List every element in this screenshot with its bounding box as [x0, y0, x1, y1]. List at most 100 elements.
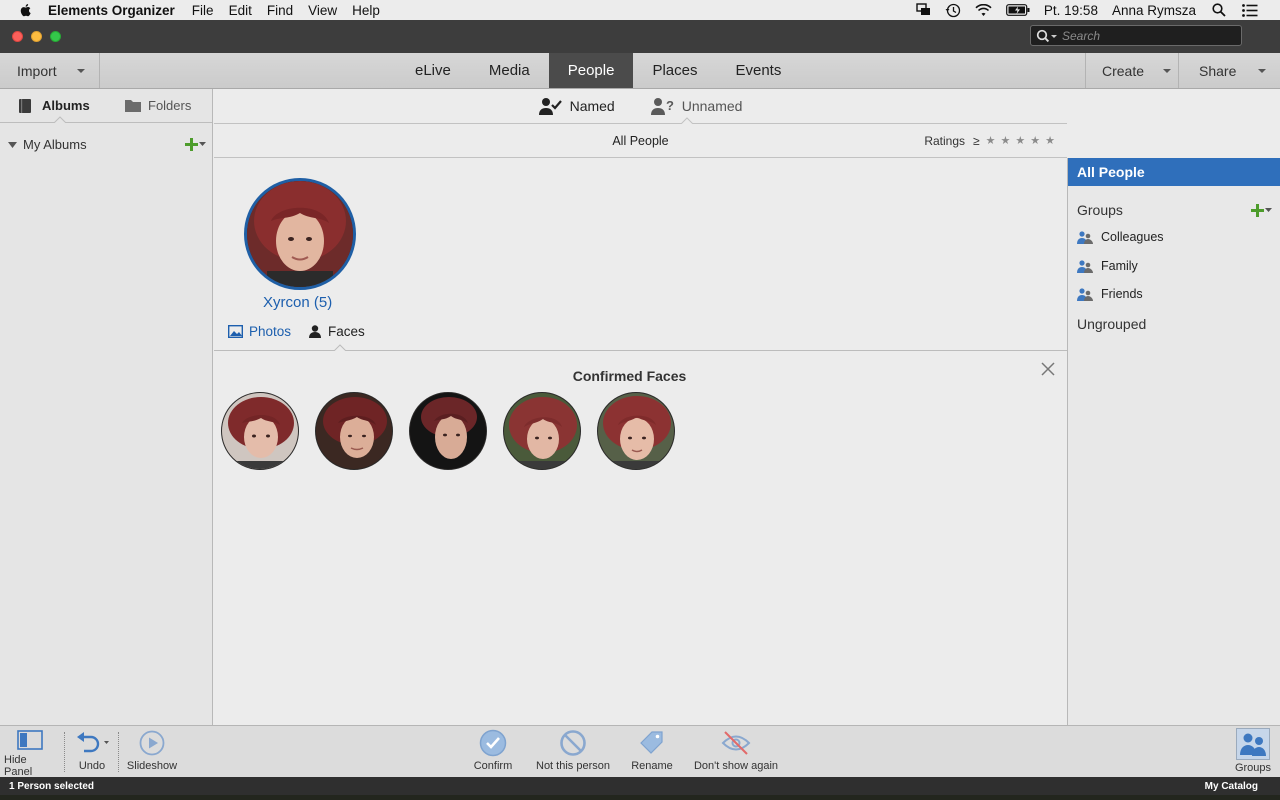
- menu-file[interactable]: File: [192, 3, 214, 18]
- app-menu[interactable]: Elements Organizer: [48, 3, 175, 18]
- search-icon: [1036, 29, 1057, 42]
- chevron-down-icon: [1163, 68, 1172, 73]
- wifi-icon[interactable]: [975, 3, 992, 17]
- rating-star-4-icon[interactable]: ★: [1030, 134, 1040, 147]
- rating-star-1-icon[interactable]: ★: [986, 134, 996, 147]
- screen-mirror-icon[interactable]: [916, 3, 931, 17]
- chevron-down-icon: [76, 68, 85, 73]
- prohibited-icon: [560, 730, 586, 756]
- time-machine-icon[interactable]: [945, 3, 961, 18]
- rename-button[interactable]: Rename: [628, 726, 676, 778]
- notification-center-icon[interactable]: [1242, 3, 1258, 17]
- chevron-down-icon: [199, 142, 206, 146]
- menu-edit[interactable]: Edit: [229, 3, 252, 18]
- album-book-icon: [19, 98, 31, 113]
- not-this-person-label: Not this person: [536, 760, 610, 772]
- battery-icon[interactable]: [1006, 4, 1030, 16]
- person-name[interactable]: Xyrcon (5): [263, 294, 332, 311]
- slideshow-button[interactable]: Slideshow: [124, 726, 180, 778]
- share-button[interactable]: Share: [1178, 53, 1280, 88]
- plus-icon: [1251, 203, 1264, 217]
- tab-places[interactable]: Places: [633, 53, 716, 88]
- tab-named[interactable]: Named: [538, 97, 615, 115]
- rating-star-5-icon[interactable]: ★: [1045, 134, 1055, 147]
- close-window-button[interactable]: [12, 31, 23, 42]
- people-view: Named ? Unnamed All People Ratings ≥ ★ ★…: [214, 89, 1067, 725]
- menubar-user[interactable]: Anna Rymsza: [1112, 3, 1196, 18]
- desktop-background: [0, 795, 1280, 800]
- tab-unnamed[interactable]: ? Unnamed: [650, 97, 742, 115]
- undo-button[interactable]: Undo: [72, 726, 112, 778]
- faces-label: Faces: [328, 324, 365, 339]
- minimize-window-button[interactable]: [31, 31, 42, 42]
- hide-panel-button[interactable]: Hide Panel: [4, 726, 56, 778]
- search-box[interactable]: [1030, 25, 1242, 46]
- menubar-clock[interactable]: Pt. 19:58: [1044, 3, 1098, 18]
- person-check-icon: [538, 98, 562, 115]
- menu-view[interactable]: View: [308, 3, 337, 18]
- ratings-operator[interactable]: ≥: [973, 134, 980, 148]
- group-item-colleagues[interactable]: Colleagues: [1077, 230, 1164, 244]
- menu-find[interactable]: Find: [267, 3, 293, 18]
- my-albums-row[interactable]: My Albums: [8, 137, 206, 152]
- selection-status: 1 Person selected: [9, 780, 95, 792]
- menu-help[interactable]: Help: [352, 3, 380, 18]
- rating-star-3-icon[interactable]: ★: [1015, 134, 1025, 147]
- active-tab-indicator: [54, 116, 66, 123]
- dont-show-again-label: Don't show again: [693, 760, 779, 772]
- face-thumbnail[interactable]: [597, 392, 675, 470]
- close-icon[interactable]: [1040, 361, 1056, 377]
- tab-photos[interactable]: Photos: [228, 324, 291, 339]
- groups-header: Groups: [1077, 202, 1272, 218]
- search-input[interactable]: [1062, 28, 1232, 43]
- zoom-window-button[interactable]: [50, 31, 61, 42]
- tab-events[interactable]: Events: [716, 53, 800, 88]
- apple-logo-icon[interactable]: [18, 2, 34, 18]
- catalog-name[interactable]: My Catalog: [1205, 781, 1258, 792]
- group-label: Colleagues: [1101, 230, 1164, 244]
- plus-icon: [185, 138, 198, 151]
- person-stack-area: Xyrcon (5) Photos Faces: [214, 158, 1067, 351]
- undo-label: Undo: [78, 760, 106, 772]
- create-button[interactable]: Create: [1085, 53, 1178, 88]
- photo-icon: [228, 325, 243, 338]
- confirm-button[interactable]: Confirm: [468, 726, 518, 778]
- group-people-icon: [1077, 230, 1093, 244]
- add-album-button[interactable]: [185, 138, 206, 151]
- person-tile[interactable]: [244, 178, 356, 290]
- left-panel-tabs: Albums Folders: [0, 89, 212, 123]
- hide-panel-icon: [17, 730, 43, 750]
- all-people-header: All People Ratings ≥ ★ ★ ★ ★ ★: [214, 124, 1067, 158]
- groups-label: Groups: [1077, 202, 1123, 218]
- ungrouped-item[interactable]: Ungrouped: [1077, 316, 1146, 332]
- tab-albums[interactable]: Albums: [18, 98, 90, 114]
- group-item-friends[interactable]: Friends: [1077, 287, 1143, 301]
- face-thumbnail[interactable]: [503, 392, 581, 470]
- import-button[interactable]: Import: [0, 53, 100, 88]
- groups-panel-button[interactable]: Groups: [1230, 726, 1276, 778]
- all-people-item[interactable]: All People: [1068, 158, 1280, 186]
- person-avatar[interactable]: [244, 178, 356, 290]
- group-item-family[interactable]: Family: [1077, 259, 1138, 273]
- status-bar: 1 Person selected My Catalog: [0, 777, 1280, 795]
- tab-people[interactable]: People: [548, 53, 634, 88]
- slideshow-label: Slideshow: [126, 760, 178, 772]
- bottom-toolbar: Hide Panel Undo Slideshow Confirm Not th…: [0, 725, 1280, 778]
- confirm-label: Confirm: [473, 760, 513, 772]
- disclosure-triangle-icon[interactable]: [8, 141, 17, 149]
- face-thumbnail[interactable]: [315, 392, 393, 470]
- group-people-icon: [1077, 287, 1093, 301]
- tab-folders[interactable]: Folders: [124, 98, 191, 113]
- group-people-icon: [1077, 259, 1093, 273]
- tab-faces[interactable]: Faces: [309, 324, 365, 339]
- face-thumbnail[interactable]: [409, 392, 487, 470]
- dont-show-again-button[interactable]: Don't show again: [692, 726, 780, 778]
- face-thumbnail[interactable]: [221, 392, 299, 470]
- spotlight-icon[interactable]: [1212, 3, 1226, 17]
- rating-star-2-icon[interactable]: ★: [1001, 134, 1011, 147]
- add-group-button[interactable]: [1251, 203, 1272, 217]
- tab-media[interactable]: Media: [470, 53, 549, 88]
- tab-elive[interactable]: eLive: [396, 53, 470, 88]
- ratings-filter[interactable]: Ratings ≥ ★ ★ ★ ★ ★: [924, 124, 1055, 157]
- not-this-person-button[interactable]: Not this person: [534, 726, 612, 778]
